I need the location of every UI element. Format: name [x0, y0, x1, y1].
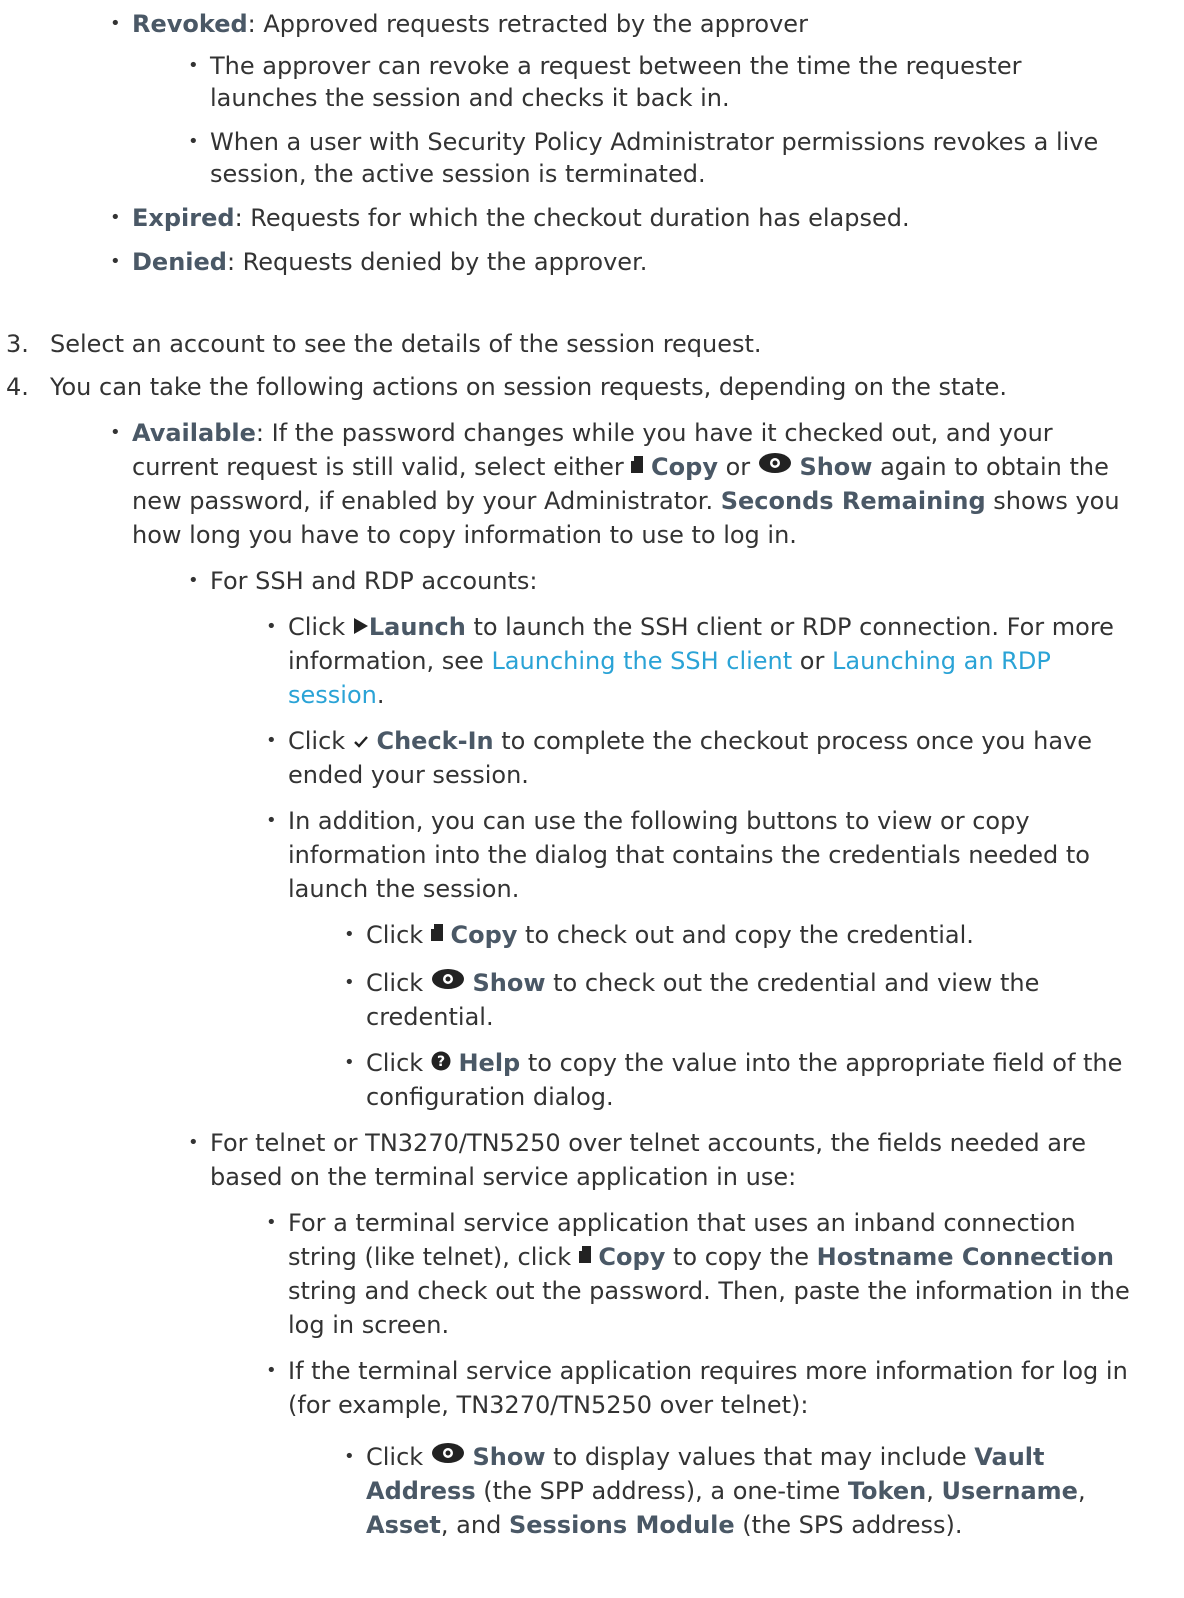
- revoked-sub-list: The approver can revoke a request betwee…: [188, 50, 1120, 190]
- play-icon: [353, 610, 369, 644]
- revoked-term: Revoked: [132, 10, 248, 38]
- hostname-connection: Hostname Connection: [816, 1243, 1114, 1271]
- ssh-rdp-item: For SSH and RDP accounts: Click Launch t…: [188, 564, 1130, 1114]
- revoked-sub-item: When a user with Security Policy Adminis…: [188, 126, 1120, 190]
- expired-text: : Requests for which the checkout durati…: [234, 204, 910, 232]
- copy-button-label: Copy: [598, 1243, 666, 1271]
- credential-buttons-list: Click Copy to check out and copy the cre…: [344, 918, 1126, 1114]
- ssh-rdp-sub-list: Click Launch to launch the SSH client or…: [266, 610, 1138, 1114]
- token: Token: [847, 1477, 927, 1505]
- step-text: Select an account to see the details of …: [50, 330, 762, 358]
- sessions-module: Sessions Module: [508, 1511, 735, 1539]
- show-item-text: to check out the credential and view the…: [366, 969, 1040, 1031]
- addition-text: In addition, you can use the following b…: [288, 807, 1090, 903]
- step-4: 4. You can take the following actions on…: [6, 371, 1170, 403]
- step-number: 4.: [6, 373, 29, 401]
- copy-button-label: Copy: [450, 921, 518, 949]
- click-text: Click: [366, 969, 431, 997]
- show-values-text: (the SPS address).: [734, 1511, 963, 1539]
- ssh-rdp-text: For SSH and RDP accounts:: [210, 567, 538, 595]
- inband-text: to copy the: [665, 1243, 817, 1271]
- help-button-label: Help: [458, 1049, 521, 1077]
- document-page: Revoked: Approved requests retracted by …: [0, 0, 1184, 1598]
- click-text: Click: [366, 921, 431, 949]
- available-sub-list: For SSH and RDP accounts: Click Launch t…: [188, 564, 1130, 1542]
- click-text: Click: [366, 1443, 431, 1471]
- addition-item: In addition, you can use the following b…: [266, 804, 1138, 1114]
- step-text: You can take the following actions on se…: [50, 373, 1007, 401]
- inband-text: string and check out the password. Then,…: [288, 1277, 1130, 1339]
- telnet-text: For telnet or TN3270/TN5250 over telnet …: [210, 1129, 1086, 1191]
- revoked-item: Revoked: Approved requests retracted by …: [110, 8, 1132, 190]
- click-text: Click: [288, 727, 353, 755]
- denied-text: : Requests denied by the approver.: [226, 248, 648, 276]
- show-button-label: Show: [799, 453, 873, 481]
- show-button-label: Show: [472, 969, 546, 997]
- comma: ,: [926, 1477, 942, 1505]
- eye-icon: [758, 450, 792, 484]
- eye-icon: [431, 1440, 465, 1474]
- copy-icon: [578, 1240, 591, 1274]
- more-info-text: If the terminal service application requ…: [288, 1357, 1128, 1419]
- revoked-text: : Approved requests retracted by the app…: [247, 10, 808, 38]
- show-values-text: (the SPP address), a one-time: [475, 1477, 848, 1505]
- step-3: 3. Select an account to see the details …: [6, 328, 1170, 360]
- show-values-text: to display values that may include: [545, 1443, 975, 1471]
- more-info-item: If the terminal service application requ…: [266, 1354, 1138, 1542]
- available-term: Available: [132, 419, 256, 447]
- expired-term: Expired: [132, 204, 235, 232]
- svg-text:?: ?: [437, 1054, 445, 1070]
- denied-term: Denied: [132, 248, 227, 276]
- show-button-label: Show: [472, 1443, 546, 1471]
- help-circle-icon: ?: [431, 1046, 451, 1080]
- available-or: or: [717, 453, 758, 481]
- username: Username: [941, 1477, 1078, 1505]
- inband-item: For a terminal service application that …: [266, 1206, 1138, 1342]
- telnet-sub-list: For a terminal service application that …: [266, 1206, 1138, 1542]
- launch-end: .: [376, 681, 385, 709]
- step-number: 3.: [6, 330, 29, 358]
- copy-item: Click Copy to check out and copy the cre…: [344, 918, 1126, 952]
- launch-item: Click Launch to launch the SSH client or…: [266, 610, 1138, 712]
- show-values-text: , and: [440, 1511, 509, 1539]
- checkmark-icon: [353, 724, 369, 758]
- checkin-button-label: Check-In: [376, 727, 494, 755]
- launch-or: or: [792, 647, 832, 675]
- copy-item-text: to check out and copy the credential.: [517, 921, 974, 949]
- click-text: Click: [366, 1049, 431, 1077]
- request-state-list: Revoked: Approved requests retracted by …: [110, 8, 1132, 278]
- help-item: Click ? Help to copy the value into the …: [344, 1046, 1126, 1114]
- available-item: Available: If the password changes while…: [110, 416, 1132, 1542]
- denied-item: Denied: Requests denied by the approver.: [110, 246, 1132, 278]
- comma: ,: [1077, 1477, 1086, 1505]
- numbered-steps: 3. Select an account to see the details …: [6, 328, 1170, 403]
- seconds-remaining: Seconds Remaining: [720, 487, 986, 515]
- expired-item: Expired: Requests for which the checkout…: [110, 202, 1132, 234]
- asset: Asset: [366, 1511, 441, 1539]
- click-text: Click: [288, 613, 353, 641]
- launch-button-label: Launch: [368, 613, 466, 641]
- actions-list: Available: If the password changes while…: [110, 416, 1132, 1542]
- revoked-sub-item: The approver can revoke a request betwee…: [188, 50, 1120, 114]
- show-item: Click Show to check out the credential a…: [344, 966, 1126, 1034]
- eye-icon: [431, 966, 465, 1000]
- checkin-item: Click Check-In to complete the checkout …: [266, 724, 1138, 792]
- more-info-sub-list: Click Show to display values that may in…: [344, 1440, 1136, 1542]
- telnet-item: For telnet or TN3270/TN5250 over telnet …: [188, 1126, 1130, 1542]
- copy-button-label: Copy: [651, 453, 718, 481]
- copy-icon: [631, 450, 644, 484]
- copy-icon: [430, 918, 443, 952]
- link-launching-ssh-client[interactable]: Launching the SSH client: [491, 647, 792, 675]
- show-values-item: Click Show to display values that may in…: [344, 1440, 1136, 1542]
